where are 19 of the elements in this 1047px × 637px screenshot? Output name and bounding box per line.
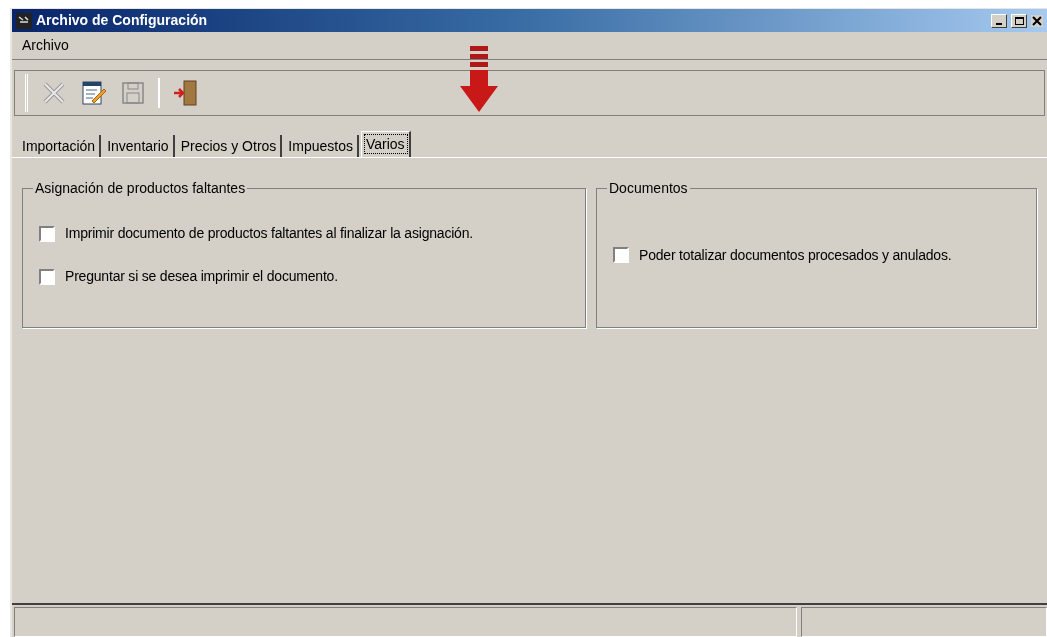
tab[interactable]: Varios xyxy=(360,131,411,157)
checkbox-label: Poder totalizar documentos procesados y anulados. xyxy=(639,245,952,265)
close-icon[interactable] xyxy=(1031,14,1043,27)
group-title: Asignación de productos faltantes xyxy=(34,179,247,198)
exit-door-icon[interactable] xyxy=(172,79,198,107)
minimize-button[interactable] xyxy=(991,13,1007,28)
window-title: Archivo de Configuración xyxy=(36,11,209,30)
checkbox-label: Preguntar si se desea imprimir el documento. xyxy=(65,267,338,286)
checkbox-label: Imprimir documento de productos faltantes al finalizar la asignación. xyxy=(65,224,473,243)
maximize-button[interactable] xyxy=(1011,13,1027,28)
checkbox[interactable] xyxy=(613,247,629,263)
checkbox[interactable] xyxy=(39,225,55,242)
app-icon xyxy=(16,12,32,29)
checkbox[interactable] xyxy=(39,268,55,285)
save-icon[interactable] xyxy=(120,80,146,106)
edit-icon[interactable] xyxy=(80,79,108,107)
menu-item[interactable]: Archivo xyxy=(22,35,69,56)
group-title: Documentos xyxy=(608,179,689,198)
arrow-down-icon xyxy=(458,44,500,114)
